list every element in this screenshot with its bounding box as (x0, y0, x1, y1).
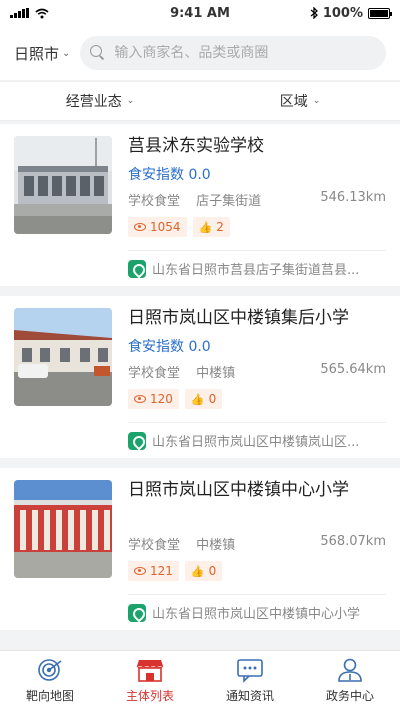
item-info: 日照市岚山区中楼镇集后小学 食安指数 0.0 学校食堂 中楼镇 565.64km… (128, 306, 386, 409)
views-badge: 120 (128, 389, 179, 409)
item-distance: 568.07km (320, 534, 386, 549)
item-badges: 121 👍 0 (128, 561, 386, 581)
status-right: 100% (270, 5, 392, 21)
filter-label: 区域 (279, 94, 308, 110)
safety-index-value: 0.0 (188, 167, 211, 183)
filter-business-type[interactable]: 经营业态 ⌄ (0, 91, 200, 111)
safety-index: 食安指数 0.0 (128, 336, 386, 355)
item-badges: 120 👍 0 (128, 389, 386, 409)
tab-label: 靶向地图 (25, 689, 74, 703)
battery-percent: 100% (322, 5, 363, 21)
item-street: 店子集街道 (196, 194, 262, 209)
item-address: 山东省日照市岚山区中楼镇中心小学 (128, 594, 386, 622)
tab-target-map[interactable]: 靶向地图 (0, 651, 100, 710)
search-input[interactable] (114, 45, 376, 61)
message-icon (237, 659, 263, 683)
location-pin-icon (128, 431, 146, 450)
item-badges: 1054 👍 2 (128, 217, 386, 237)
battery-icon (368, 7, 392, 19)
filter-bar: 经营业态 ⌄ 区域 ⌄ (0, 81, 400, 121)
tab-government-center[interactable]: 政务中心 (300, 651, 400, 710)
store-icon (136, 660, 164, 682)
likes-badge: 👍 0 (184, 561, 223, 581)
likes-badge: 👍 0 (184, 389, 223, 409)
status-left (10, 8, 130, 19)
item-category: 学校食堂 (128, 194, 181, 209)
user-icon (338, 658, 362, 682)
item-category: 学校食堂 (128, 538, 181, 553)
views-badge: 121 (128, 561, 179, 581)
chevron-down-icon: ⌄ (62, 47, 71, 59)
school-photo (14, 308, 112, 406)
filter-label: 经营业态 (65, 94, 122, 110)
city-selector[interactable]: 日照市 ⌄ (14, 43, 70, 64)
list-item[interactable]: 日照市岚山区中楼镇中心小学 学校食堂 中楼镇 568.07km 121 👍 0 … (0, 468, 400, 630)
target-icon (38, 659, 62, 681)
search-header: 日照市 ⌄ (0, 26, 400, 80)
item-address: 山东省日照市莒县店子集街道莒县... (128, 250, 386, 278)
item-street: 中楼镇 (196, 366, 236, 381)
thumbs-up-icon: 👍 (190, 392, 205, 406)
address-text: 山东省日照市岚山区中楼镇岚山区... (152, 435, 360, 450)
views-count: 121 (150, 564, 173, 578)
item-info: 日照市岚山区中楼镇中心小学 学校食堂 中楼镇 568.07km 121 👍 0 (128, 478, 386, 581)
tab-notifications[interactable]: 通知资讯 (200, 651, 300, 710)
school-photo (14, 136, 112, 234)
item-distance: 546.13km (320, 190, 386, 205)
tab-entity-list[interactable]: 主体列表 (100, 651, 200, 710)
item-meta: 学校食堂 店子集街道 546.13km (128, 190, 386, 209)
views-count: 1054 (150, 220, 181, 234)
status-bar: 9:41 AM 100% (0, 0, 400, 26)
views-badge: 1054 (128, 217, 187, 237)
item-meta: 学校食堂 中楼镇 568.07km (128, 534, 386, 553)
search-box[interactable] (80, 36, 386, 70)
address-text: 山东省日照市莒县店子集街道莒县... (152, 263, 360, 278)
chevron-down-icon: ⌄ (126, 96, 135, 106)
eye-icon (134, 567, 146, 575)
thumbs-up-icon: 👍 (190, 564, 205, 578)
tab-label: 政务中心 (325, 689, 374, 703)
safety-index-label: 食安指数 (128, 167, 184, 183)
address-text: 山东省日照市岚山区中楼镇中心小学 (152, 607, 361, 622)
school-photo (14, 480, 112, 578)
item-category: 学校食堂 (128, 366, 181, 381)
eye-icon (134, 223, 146, 231)
item-street: 中楼镇 (196, 538, 236, 553)
likes-badge: 👍 2 (192, 217, 230, 237)
safety-index-label: 食安指数 (128, 339, 184, 355)
city-label: 日照市 (14, 44, 60, 63)
wifi-icon (35, 8, 49, 18)
item-name: 莒县沭东实验学校 (128, 136, 264, 156)
tab-label: 通知资讯 (225, 689, 274, 703)
list-item[interactable]: 日照市岚山区中楼镇集后小学 食安指数 0.0 学校食堂 中楼镇 565.64km… (0, 296, 400, 458)
signal-icon (10, 8, 29, 18)
bluetooth-icon (310, 7, 318, 19)
item-meta: 学校食堂 中楼镇 565.64km (128, 362, 386, 381)
eye-icon (134, 395, 146, 403)
views-count: 120 (150, 392, 173, 406)
likes-count: 0 (208, 392, 217, 406)
location-pin-icon (128, 259, 146, 278)
thumbs-up-icon: 👍 (198, 220, 213, 234)
safety-index (128, 508, 386, 526)
tab-label: 主体列表 (125, 689, 174, 703)
safety-index-value: 0.0 (188, 339, 211, 355)
search-icon (90, 45, 106, 61)
item-info: 莒县沭东实验学校 食安指数 0.0 学校食堂 店子集街道 546.13km 10… (128, 134, 386, 237)
likes-count: 2 (216, 220, 224, 234)
bottom-tab-bar: 靶向地图 主体列表 通知资讯 政务中心 (0, 650, 400, 710)
item-address: 山东省日照市岚山区中楼镇岚山区... (128, 422, 386, 450)
item-name: 日照市岚山区中楼镇集后小学 (128, 308, 349, 328)
list-item[interactable]: 莒县沭东实验学校 食安指数 0.0 学校食堂 店子集街道 546.13km 10… (0, 124, 400, 286)
filter-region[interactable]: 区域 ⌄ (200, 91, 400, 111)
item-name: 日照市岚山区中楼镇中心小学 (128, 480, 349, 500)
item-distance: 565.64km (320, 362, 386, 377)
location-pin-icon (128, 603, 146, 622)
status-time: 9:41 AM (170, 5, 230, 21)
safety-index: 食安指数 0.0 (128, 164, 386, 183)
likes-count: 0 (208, 564, 217, 578)
chevron-down-icon: ⌄ (312, 96, 321, 106)
